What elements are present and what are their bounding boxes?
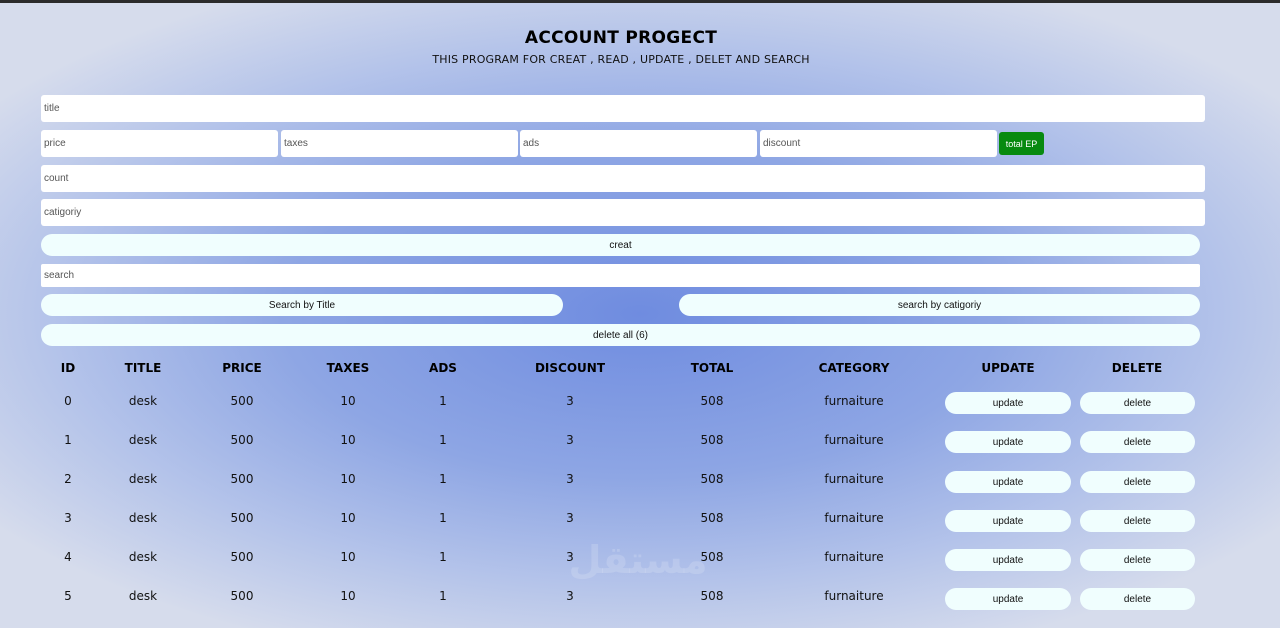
update-button[interactable]: update	[945, 510, 1071, 532]
ads-input[interactable]: ads	[520, 130, 757, 157]
column-header-discount: DISCOUNT	[534, 361, 606, 375]
cell-price: 500	[230, 472, 254, 486]
search-input[interactable]: search	[41, 264, 1200, 287]
cell-title: desk	[128, 472, 158, 486]
delete-button[interactable]: delete	[1080, 549, 1195, 571]
cell-price: 500	[230, 550, 254, 564]
total-display: total EP	[999, 132, 1044, 155]
delete-button[interactable]: delete	[1080, 510, 1195, 532]
taxes-input[interactable]: taxes	[281, 130, 518, 157]
cell-title: desk	[128, 589, 158, 603]
column-header-taxes: TAXES	[326, 361, 370, 375]
cell-id: 0	[64, 394, 72, 408]
cell-ads: 1	[439, 550, 447, 564]
cell-discount: 3	[566, 394, 574, 408]
cell-price: 500	[230, 433, 254, 447]
cell-ads: 1	[439, 472, 447, 486]
cell-category: furnaiture	[824, 472, 884, 486]
cell-id: 5	[64, 589, 72, 603]
cell-total: 508	[700, 472, 724, 486]
price-input[interactable]: price	[41, 130, 278, 157]
cell-price: 500	[230, 511, 254, 525]
create-button[interactable]: creat	[41, 234, 1200, 256]
search-by-title-button[interactable]: Search by Title	[41, 294, 563, 316]
column-header-total: TOTAL	[690, 361, 734, 375]
delete-all-button[interactable]: delete all (6)	[41, 324, 1200, 346]
update-button[interactable]: update	[945, 471, 1071, 493]
update-button[interactable]: update	[945, 549, 1071, 571]
cell-taxes: 10	[340, 589, 356, 603]
cell-ads: 1	[439, 433, 447, 447]
cell-total: 508	[700, 550, 724, 564]
column-header-delete: DELETE	[1111, 361, 1163, 375]
cell-title: desk	[128, 511, 158, 525]
column-header-price: PRICE	[222, 361, 262, 375]
cell-total: 508	[700, 394, 724, 408]
cell-taxes: 10	[340, 511, 356, 525]
cell-id: 3	[64, 511, 72, 525]
search-by-category-button[interactable]: search by catigoriy	[679, 294, 1200, 316]
cell-discount: 3	[566, 550, 574, 564]
cell-total: 508	[700, 589, 724, 603]
page-header: ACCOUNT PROGECT THIS PROGRAM FOR CREAT ,…	[0, 28, 1242, 66]
delete-button[interactable]: delete	[1080, 471, 1195, 493]
update-button[interactable]: update	[945, 431, 1071, 453]
cell-title: desk	[128, 433, 158, 447]
cell-category: furnaiture	[824, 589, 884, 603]
cell-total: 508	[700, 433, 724, 447]
cell-id: 1	[64, 433, 72, 447]
page-subtitle: THIS PROGRAM FOR CREAT , READ , UPDATE ,…	[432, 53, 810, 66]
delete-button[interactable]: delete	[1080, 588, 1195, 610]
title-input[interactable]: title	[41, 95, 1205, 122]
cell-category: furnaiture	[824, 550, 884, 564]
cell-title: desk	[128, 394, 158, 408]
cell-category: furnaiture	[824, 511, 884, 525]
update-button[interactable]: update	[945, 588, 1071, 610]
cell-category: furnaiture	[824, 394, 884, 408]
column-header-category: CATEGORY	[818, 361, 890, 375]
cell-taxes: 10	[340, 433, 356, 447]
cell-ads: 1	[439, 394, 447, 408]
watermark-logo: مستقل	[568, 538, 708, 582]
column-header-title: TITLE	[124, 361, 162, 375]
cell-discount: 3	[566, 511, 574, 525]
update-button[interactable]: update	[945, 392, 1071, 414]
cell-taxes: 10	[340, 394, 356, 408]
column-header-update: UPDATE	[981, 361, 1035, 375]
cell-discount: 3	[566, 589, 574, 603]
window-top-border	[0, 0, 1280, 3]
cell-category: furnaiture	[824, 433, 884, 447]
cell-discount: 3	[566, 433, 574, 447]
cell-title: desk	[128, 550, 158, 564]
cell-ads: 1	[439, 511, 447, 525]
cell-ads: 1	[439, 589, 447, 603]
cell-total: 508	[700, 511, 724, 525]
cell-discount: 3	[566, 472, 574, 486]
column-header-ads: ADS	[429, 361, 457, 375]
cell-taxes: 10	[340, 550, 356, 564]
discount-input[interactable]: discount	[760, 130, 997, 157]
column-header-id: ID	[60, 361, 76, 375]
count-input[interactable]: count	[41, 165, 1205, 192]
cell-id: 2	[64, 472, 72, 486]
cell-id: 4	[64, 550, 72, 564]
page-title: ACCOUNT PROGECT	[524, 28, 718, 48]
cell-price: 500	[230, 394, 254, 408]
cell-taxes: 10	[340, 472, 356, 486]
cell-price: 500	[230, 589, 254, 603]
delete-button[interactable]: delete	[1080, 431, 1195, 453]
category-input[interactable]: catigoriy	[41, 199, 1205, 226]
delete-button[interactable]: delete	[1080, 392, 1195, 414]
